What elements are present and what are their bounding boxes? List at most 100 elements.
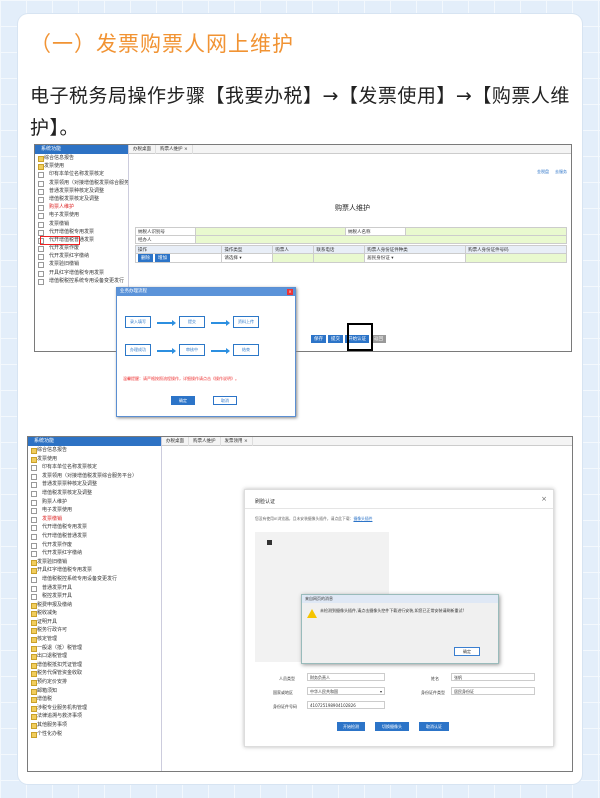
sidebar-item[interactable]: 发票缴销 [35,220,128,228]
id-type-select[interactable]: 居民身份证 ▾ [364,253,467,263]
submit-button[interactable]: 提交 [328,335,343,343]
sidebar-item[interactable]: 代开增值税普通发票 [28,532,161,541]
sidebar-item[interactable]: 代开发票红字缴纳 [35,252,128,261]
sidebar-item[interactable]: 发票领用（对接增值税发票综合服务平台） [35,179,128,187]
id-type-select[interactable]: 居民身份证 [451,687,535,695]
close-icon[interactable]: × [184,147,188,152]
sidebar-item[interactable]: 代开发票红字缴纳 [28,549,161,558]
start-detect-button[interactable]: 开始检测 [337,722,365,731]
sidebar-item[interactable]: 证明开具 [28,618,161,627]
tab-purchaser[interactable]: 购票人维护 [189,437,221,446]
sidebar-item[interactable]: 税费申报及缴纳 [28,601,161,610]
sidebar-item[interactable]: 开具红字增值税专用发票 [28,566,161,575]
sidebar-item[interactable]: 发票使用 [28,455,161,464]
operation-type-select[interactable]: 请选择 ▾ [221,253,274,263]
field-value: 41072519890410282​6 [310,703,356,708]
sidebar-item[interactable]: 发票领用（对接增值税发票综合服务平台） [28,472,161,481]
arrow-icon [157,320,176,326]
right-links: 金税盘 去服务 [537,169,567,175]
sidebar-item[interactable]: 电子发票使用 [28,506,161,515]
sidebar-item[interactable]: 增值税发票核定及调整 [28,489,161,498]
sidebar-item[interactable]: 涉税专业服务机构管理 [28,704,161,713]
tab-desk[interactable]: 办税桌面 [162,437,189,446]
sidebar-item[interactable]: 代开增值税专用发票 [35,228,128,236]
sidebar-item[interactable]: 开具红字增值税专用发票 [35,269,128,277]
sidebar-item[interactable]: 预约定价安排 [28,678,161,687]
sidebar-item[interactable]: 税务行政许可 [28,626,161,635]
sidebar-item[interactable]: 增值税税控系统专用设备变更发行 [35,277,128,285]
country-select[interactable]: 中华人民共和国 ▾ [307,687,385,695]
plugin-download-link[interactable]: 摄像头插件 [353,516,372,521]
sidebar-item[interactable]: 购票人维护 [28,498,161,507]
tab-bar: 办税桌面 购票人维护 发票领用 × [162,437,572,446]
taxpayer-name-field[interactable] [405,227,567,236]
intro-text: 电子税务局操作步骤【我要办税】→【发票使用】→【购票人维护】。 [30,85,570,139]
column-header: 购票人身份证件号码 [465,245,567,254]
taxpayer-id-field[interactable] [195,227,346,236]
close-icon[interactable]: × [541,495,547,503]
ok-button[interactable]: 确定 [171,396,195,405]
sidebar-item[interactable]: 代开发票作废 [28,541,161,550]
sidebar-item[interactable]: 增值税抵扣凭证管理 [28,661,161,670]
step-box: 提交 [179,316,205,328]
sidebar-item[interactable]: 增值税税控系统专用设备变更发行 [28,575,161,584]
sidebar-item[interactable]: 电子发票使用 [35,211,128,220]
hint-text: 您没有使用IE浏览器，且未安装摄像头插件，请点此下载： [255,516,354,521]
sidebar-item[interactable]: 邮箱须知 [28,687,161,696]
sidebar-item[interactable]: 一般退（抵）税管理 [28,644,161,653]
sidebar-item[interactable]: 出口退税管理 [28,652,161,661]
sidebar-item[interactable]: 增值税发票核定及调整 [35,195,128,204]
sidebar-item[interactable]: 发票验旧缴销 [35,260,128,269]
sidebar-item[interactable]: 税收减免 [28,609,161,618]
sidebar-item[interactable]: 普通发票开具 [28,584,161,593]
sidebar-item[interactable]: 代开增值税专用发票 [28,523,161,532]
sidebar-item[interactable]: 核定管理 [28,635,161,644]
sidebar-item[interactable]: 发票验旧缴销 [28,558,161,567]
sidebar-item[interactable]: 普通发票票种核定及调整 [28,480,161,489]
sidebar-item[interactable]: 税务代保管资金收取 [28,669,161,678]
plugin-hint: 您没有使用IE浏览器，且未安装摄像头插件，请点此下载：摄像头插件 [255,516,372,522]
cancel-button[interactable]: 取消 [213,396,237,405]
person-type-select[interactable]: 财务负责人 [307,673,385,681]
phone-field[interactable] [313,253,366,263]
save-button[interactable]: 保存 [311,335,326,343]
sidebar-item[interactable]: 印有本单位名称发票核定 [28,463,161,472]
sidebar-item[interactable]: 发票使用 [35,162,128,171]
sidebar-item[interactable]: 个性化办税 [28,730,161,739]
arrow-icon [157,348,176,354]
sidebar-item[interactable]: 税控发票开具 [28,592,161,601]
sidebar-header: 系统功能 [35,145,128,154]
tab-purchaser[interactable]: 购票人维护 × [156,145,193,154]
step-box: 结束 [233,344,259,356]
sidebar-item[interactable]: 法律追溯与救济事项 [28,712,161,721]
sidebar-item[interactable]: 增值税 [28,695,161,704]
id-number-field[interactable] [465,253,567,263]
link-service[interactable]: 去服务 [555,169,567,174]
tab-invoice[interactable]: 发票领用 × [221,437,253,446]
alert-ok-button[interactable]: 确定 [454,647,480,656]
warning-icon [307,609,317,618]
sidebar-item[interactable]: 普通发票票种核定及调整 [35,187,128,195]
close-icon[interactable]: × [244,439,248,444]
add-button[interactable]: 增加 [155,254,170,262]
id-number-field[interactable]: 41072519890410282​6 [307,701,385,709]
back-button[interactable]: 返回 [371,335,386,343]
switch-camera-button[interactable]: 切换摄像头 [375,722,409,731]
sidebar-item[interactable]: 发票缴销 [28,515,161,524]
sidebar-item[interactable]: 综合信息报告 [35,154,128,163]
name-field[interactable]: 张帆 [451,673,535,681]
sidebar-item[interactable]: 其他服务事项 [28,721,161,730]
cancel-auth-button[interactable]: 取消认证 [419,722,449,731]
purchaser-field[interactable] [272,253,315,263]
sidebar-item[interactable]: 代开发票作废 [35,244,128,253]
tab-desk[interactable]: 办税桌面 [129,145,156,154]
section-title: （一）发票购票人网上维护 [30,32,294,56]
delete-button[interactable]: 删除 [138,254,153,262]
link-tax-disk[interactable]: 金税盘 [537,169,549,174]
sidebar-item[interactable]: 综合信息报告 [28,446,161,455]
sidebar-item[interactable]: 购票人维护 [35,203,128,212]
close-icon[interactable]: × [287,289,293,295]
handler-field[interactable] [195,235,567,244]
field-label: 身份证件类型 [421,690,445,695]
sidebar-item[interactable]: 印有本单位名称发票核定 [35,170,128,179]
